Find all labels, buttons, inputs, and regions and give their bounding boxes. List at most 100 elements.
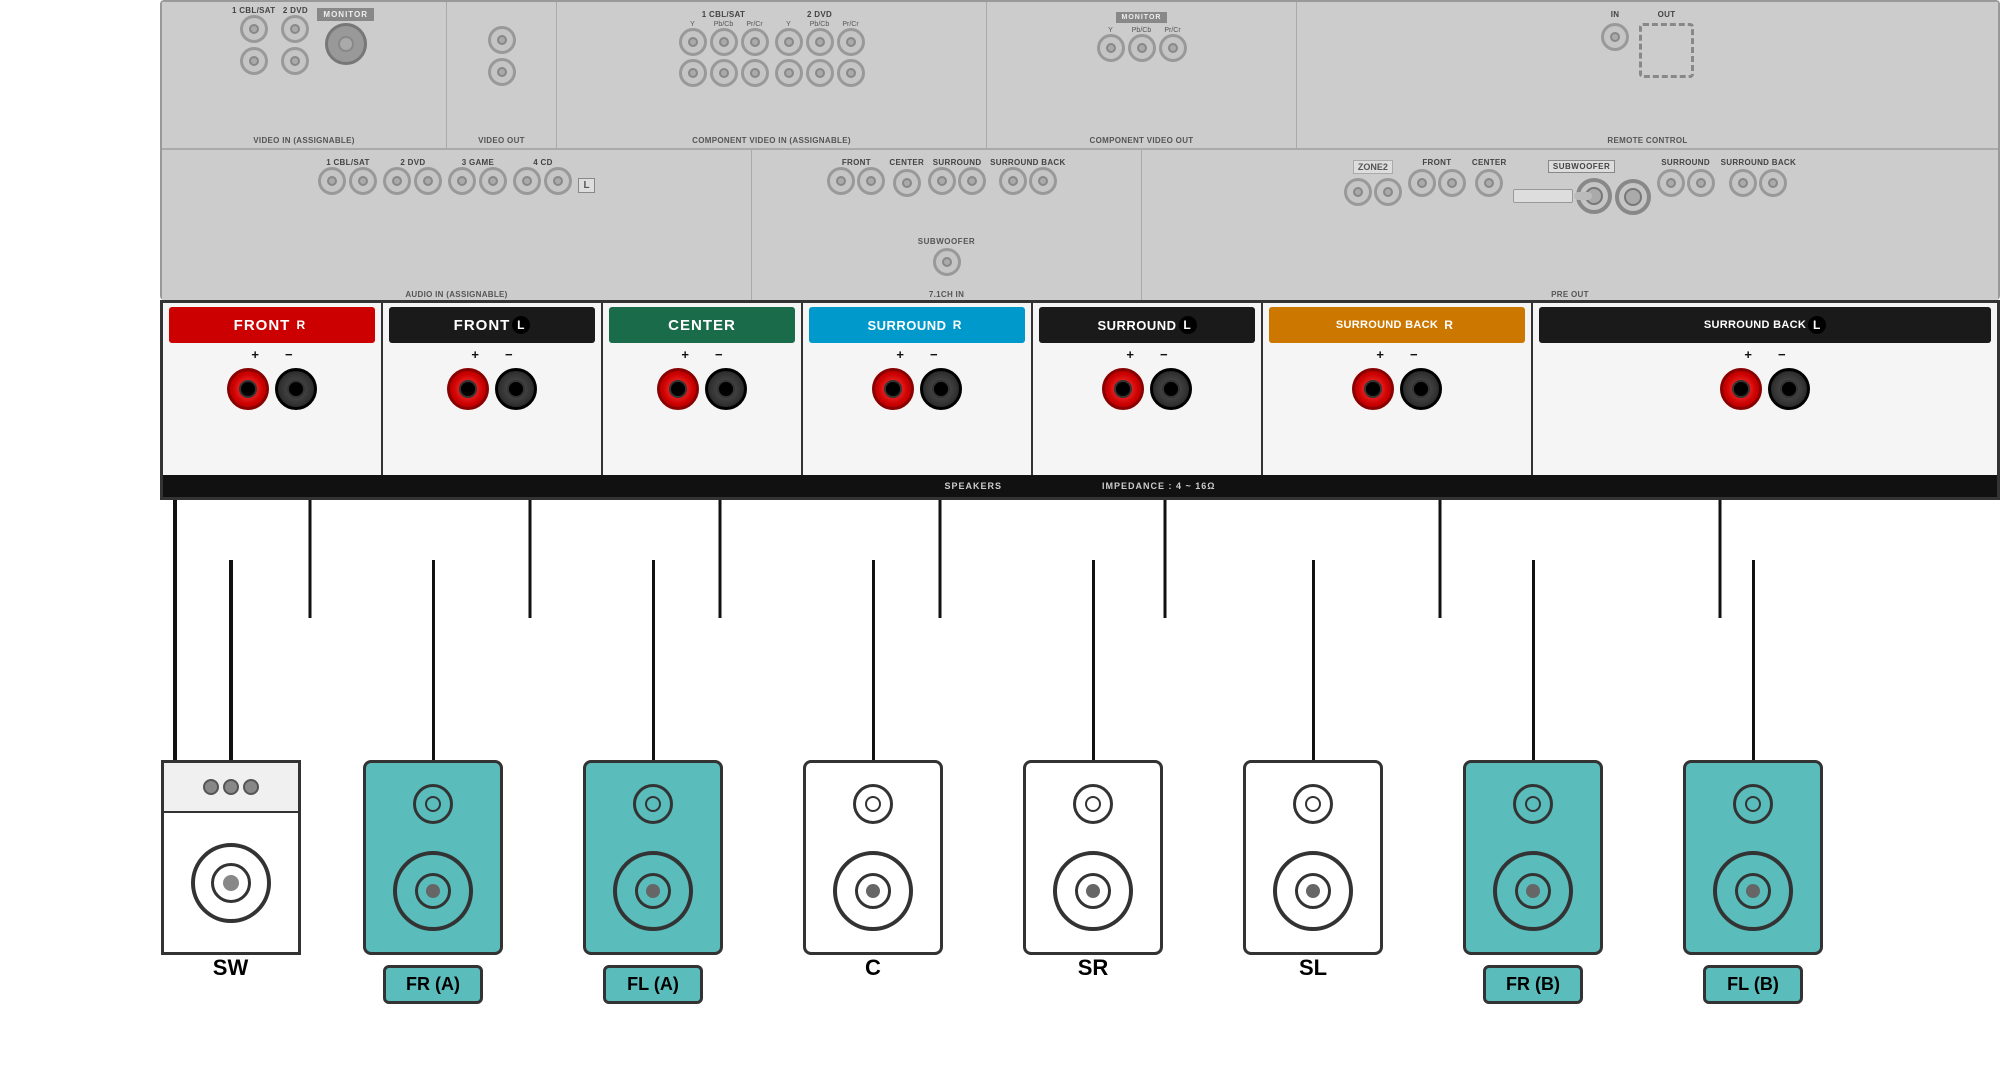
- comp-in-y2b: [775, 59, 803, 87]
- sb-l-pos: [1720, 368, 1762, 410]
- video-in-conn-3: [281, 15, 309, 43]
- sr-box: [1023, 760, 1163, 955]
- comp-in-y1b: [679, 59, 707, 87]
- audio-in-cd-r: [544, 167, 572, 195]
- speaker-sw: SW: [138, 560, 323, 981]
- preout-center: [1475, 169, 1503, 197]
- comp-in-pb1b: [710, 59, 738, 87]
- terminal-surround-l: SURROUND L + −: [1033, 303, 1263, 497]
- fr-b-woofer: [1493, 851, 1573, 931]
- speaker-fr-b: FR (B): [1423, 560, 1643, 1004]
- terminal-label-sb-l: SURROUND BACK L: [1539, 307, 1991, 343]
- surr-l-neg: [1150, 368, 1192, 410]
- front-l-neg: [495, 368, 537, 410]
- video-out-conn-1: [488, 26, 516, 54]
- monitor-conn-1: [325, 23, 367, 65]
- sr-woofer: [1053, 851, 1133, 931]
- sb-l-letter: L: [1808, 316, 1826, 334]
- comp-in-pb1: [710, 28, 738, 56]
- terminal-sb-l: SURROUND BACK L + −: [1533, 303, 1997, 497]
- sb-r-neg: [1400, 368, 1442, 410]
- front-l-pos: [447, 368, 489, 410]
- front-l-letter: L: [512, 316, 530, 334]
- c-woofer: [833, 851, 913, 931]
- terminal-label-front-r: FRONT R: [169, 307, 375, 343]
- video-in-conn-2: [240, 47, 268, 75]
- fl-a-label: FL (A): [603, 965, 703, 1004]
- surr-r-neg: [920, 368, 962, 410]
- terminal-front-r: FRONT R + −: [163, 303, 383, 497]
- remote-in-conn: [1601, 23, 1629, 51]
- 71-front-r: [857, 167, 885, 195]
- speaker-terminals: FRONT R + − FRONT L +: [160, 300, 2000, 500]
- preout-zone2-r: [1374, 178, 1402, 206]
- sb-l-neg: [1768, 368, 1810, 410]
- comp-in-y1: [679, 28, 707, 56]
- sl-woofer: [1273, 851, 1353, 931]
- zone2-label: ZONE2: [1353, 160, 1393, 174]
- video-in-section: 1 CBL/SAT 2 DVD: [162, 2, 447, 148]
- 71-sub: [933, 248, 961, 276]
- speaker-c: C: [763, 560, 983, 981]
- audio-in-game-l: [448, 167, 476, 195]
- receiver-panel: 1 CBL/SAT 2 DVD: [160, 0, 2000, 300]
- 71-sb-r: [1029, 167, 1057, 195]
- 71-sb-l: [999, 167, 1027, 195]
- surround-l-letter: L: [1179, 316, 1197, 334]
- comp-in-pr1: [741, 28, 769, 56]
- remote-out-box: [1639, 23, 1694, 78]
- speakers-section: SW FR (A): [0, 560, 2001, 1004]
- speaker-sl: SL: [1203, 560, 1423, 981]
- c-tweeter: [853, 784, 893, 824]
- fr-a-label: FR (A): [383, 965, 483, 1004]
- sl-label: SL: [1299, 955, 1327, 981]
- comp-in-pr2: [837, 28, 865, 56]
- 71-surr-r: [958, 167, 986, 195]
- preout-sb-r: [1759, 169, 1787, 197]
- sw-top: [164, 763, 298, 813]
- sl-tweeter: [1293, 784, 1333, 824]
- video-in-conn-4: [281, 47, 309, 75]
- monitor-label-2: MONITOR: [1116, 12, 1168, 23]
- fr-a-tweeter: [413, 784, 453, 824]
- sw-box: [161, 760, 301, 955]
- preout-zone2-l: [1344, 178, 1372, 206]
- ch71-section: FRONT CENTER SURROUND: [752, 150, 1142, 302]
- preout-sub-conn-2: [1615, 179, 1651, 215]
- comp-out-pr: [1159, 34, 1187, 62]
- speakers-impedance-bar: SPEAKERS IMPEDANCE : 4 ~ 16Ω: [163, 475, 1997, 497]
- speaker-fr-a: FR (A): [323, 560, 543, 1004]
- comp-in-y2: [775, 28, 803, 56]
- sr-label: SR: [1078, 955, 1109, 981]
- comp-in-pb2b: [806, 59, 834, 87]
- fr-b-tweeter: [1513, 784, 1553, 824]
- sb-r-pos: [1352, 368, 1394, 410]
- audio-in-game-r: [479, 167, 507, 195]
- fl-a-box: [583, 760, 723, 955]
- monitor-label-1: MONITOR: [317, 8, 374, 21]
- preout-front-r: [1438, 169, 1466, 197]
- center-pos: [657, 368, 699, 410]
- front-r-pos: [227, 368, 269, 410]
- terminal-label-surround-r: SURROUND R: [809, 307, 1025, 343]
- terminal-center: CENTER + −: [603, 303, 803, 497]
- video-in-conn-1: [240, 15, 268, 43]
- speakers-bar-label: SPEAKERS: [944, 481, 1002, 491]
- fr-a-woofer: [393, 851, 473, 931]
- terminal-label-center: CENTER: [609, 307, 795, 343]
- preout-surr-r: [1687, 169, 1715, 197]
- sw-label: SW: [213, 955, 248, 981]
- fr-b-box: [1463, 760, 1603, 955]
- video-out-section: VIDEO OUT: [447, 2, 557, 148]
- fr-a-box: [363, 760, 503, 955]
- speaker-fl-b: FL (B): [1643, 560, 1863, 1004]
- comp-in-pb2: [806, 28, 834, 56]
- preout-front-l: [1408, 169, 1436, 197]
- terminal-label-sb-r: SURROUND BACK R: [1269, 307, 1525, 343]
- impedance-bar-label: IMPEDANCE : 4 ~ 16Ω: [1102, 481, 1216, 491]
- comp-out-y: [1097, 34, 1125, 62]
- terminal-sb-r: SURROUND BACK R + −: [1263, 303, 1533, 497]
- preout-sb-l: [1729, 169, 1757, 197]
- front-r-neg: [275, 368, 317, 410]
- 71-surr-l: [928, 167, 956, 195]
